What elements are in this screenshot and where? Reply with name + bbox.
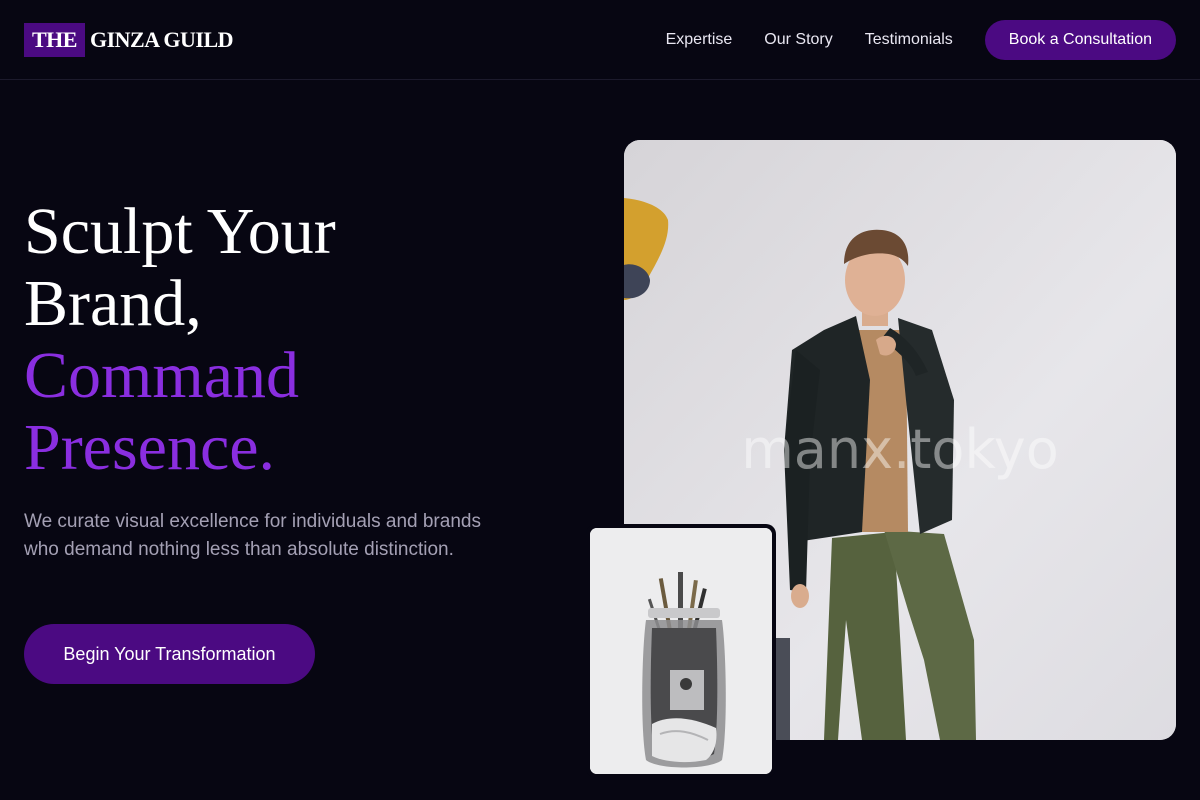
book-consultation-button[interactable]: Book a Consultation — [984, 20, 1176, 60]
hero-title-line: Sculpt Your — [24, 195, 336, 268]
hero-subtitle: We curate visual excellence for individu… — [24, 511, 481, 560]
hero-title-accent-line: Command — [24, 339, 299, 412]
hero-title: Sculpt Your Brand, Command Presence. — [24, 196, 504, 484]
nav-link-our-story[interactable]: Our Story — [764, 31, 832, 49]
hero-title-accent-line: Presence. — [24, 411, 276, 484]
logo-mark: THE — [24, 23, 85, 57]
logo-text: GINZA GUILD — [89, 27, 234, 52]
begin-transformation-button[interactable]: Begin Your Transformation — [24, 624, 315, 684]
secondary-photo-frame — [586, 524, 776, 778]
nav-link-expertise[interactable]: Expertise — [666, 31, 733, 49]
site-header: THE GINZA GUILD Expertise Our Story Test… — [0, 0, 1200, 80]
hero-title-line: Brand, — [24, 267, 202, 340]
nav-link-testimonials[interactable]: Testimonials — [865, 31, 953, 49]
brush-jar-photo — [590, 528, 772, 774]
site-logo[interactable]: THE GINZA GUILD — [24, 23, 234, 57]
main-nav: Expertise Our Story Testimonials Book a … — [666, 20, 1176, 60]
